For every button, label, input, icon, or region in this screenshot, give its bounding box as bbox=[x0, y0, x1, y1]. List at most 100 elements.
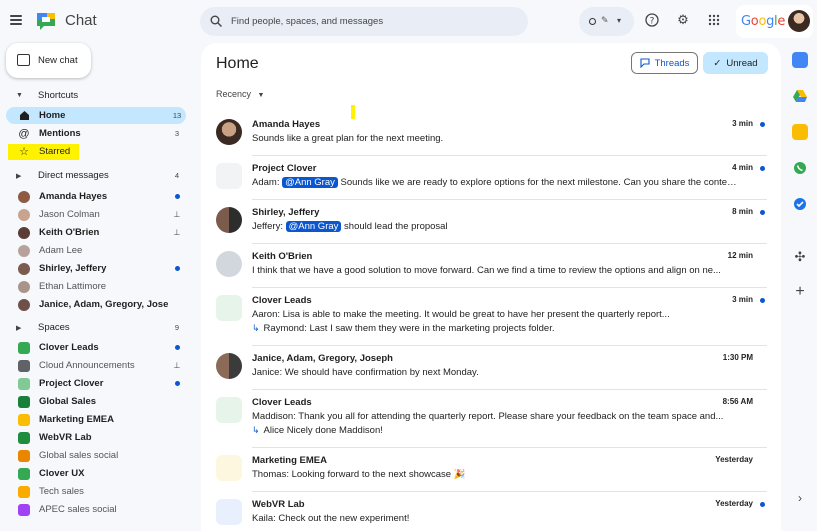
account-avatar[interactable] bbox=[788, 10, 810, 32]
space-icon bbox=[15, 431, 33, 444]
menu-icon[interactable] bbox=[8, 12, 24, 28]
help-icon[interactable]: ? bbox=[644, 12, 660, 28]
space-item[interactable]: WebVR Lab bbox=[6, 429, 186, 446]
space-icon bbox=[15, 467, 33, 480]
unread-dot-icon bbox=[174, 381, 180, 386]
avatar bbox=[15, 190, 33, 203]
avatar bbox=[216, 119, 242, 145]
divider bbox=[252, 447, 767, 448]
dm-name: Ethan Lattimore bbox=[39, 281, 107, 292]
voice-icon[interactable] bbox=[792, 160, 808, 176]
space-icon bbox=[15, 341, 33, 354]
reply-icon: ↳ bbox=[252, 425, 260, 435]
space-item[interactable]: Project Clover bbox=[6, 375, 186, 392]
conversation-preview: Jeffery: @Ann Gray should lead the propo… bbox=[252, 221, 737, 232]
spaces-count: 9 bbox=[174, 323, 180, 332]
dm-name: Shirley, Jeffery bbox=[39, 263, 107, 274]
home-icon bbox=[15, 110, 33, 121]
conversation-time: 3 min bbox=[732, 295, 753, 304]
drive-icon[interactable] bbox=[792, 88, 808, 104]
space-name: Clover UX bbox=[39, 468, 85, 479]
spaces-header[interactable]: ▶ Spaces 9 bbox=[6, 319, 186, 336]
dm-item[interactable]: Shirley, Jeffery bbox=[6, 260, 186, 277]
avatar bbox=[216, 455, 242, 481]
conversation-name: WebVR Lab bbox=[252, 499, 305, 510]
search-placeholder: Find people, spaces, and messages bbox=[231, 16, 384, 27]
apps-grid-icon[interactable] bbox=[706, 12, 722, 28]
dm-item[interactable]: Janice, Adam, Gregory, Joseph bbox=[6, 296, 186, 313]
unread-dot-icon bbox=[760, 210, 765, 215]
conversation-name: Marketing EMEA bbox=[252, 455, 327, 466]
conversation-preview: Janice: We should have confirmation by n… bbox=[252, 367, 737, 378]
dm-name: Jason Colman bbox=[39, 209, 100, 220]
nav-starred[interactable]: ☆ Starred bbox=[6, 143, 186, 160]
conversation-time: 12 min bbox=[727, 251, 753, 260]
space-item[interactable]: Clover Leads bbox=[6, 339, 186, 356]
addons-icon[interactable]: ✣ bbox=[792, 249, 808, 265]
space-item[interactable]: Tech sales bbox=[6, 483, 186, 500]
keep-icon[interactable] bbox=[792, 124, 808, 140]
dm-item[interactable]: Adam Lee bbox=[6, 242, 186, 259]
avatar bbox=[15, 226, 33, 239]
message-preview: Maddison: Thank you all for attending th… bbox=[252, 411, 724, 422]
shortcuts-label: Shortcuts bbox=[38, 90, 79, 101]
space-item[interactable]: Global sales social bbox=[6, 447, 186, 464]
threads-icon bbox=[640, 58, 650, 68]
unread-label: Unread bbox=[726, 57, 758, 69]
new-chat-button[interactable]: New chat bbox=[6, 43, 91, 78]
conversation-preview: Thomas: Looking forward to the next show… bbox=[252, 469, 737, 480]
cursor-highlight bbox=[351, 105, 355, 119]
space-item[interactable]: Clover UX bbox=[6, 465, 186, 482]
nav-home-label: Home bbox=[39, 110, 66, 121]
svg-text:?: ? bbox=[650, 17, 655, 27]
shortcuts-header[interactable]: ▼ Shortcuts bbox=[6, 87, 186, 104]
sort-dropdown[interactable]: Recency ▼ bbox=[216, 89, 264, 99]
space-icon bbox=[15, 503, 33, 516]
space-item[interactable]: Global Sales bbox=[6, 393, 186, 410]
space-item[interactable]: Cloud Announcements ⊥ bbox=[6, 357, 186, 374]
space-item[interactable]: Marketing EMEA bbox=[6, 411, 186, 428]
conversation-preview: I think that we have a good solution to … bbox=[252, 265, 737, 276]
dm-item[interactable]: Amanda Hayes bbox=[6, 188, 186, 205]
search-bar[interactable]: Find people, spaces, and messages bbox=[200, 7, 528, 36]
dm-item[interactable]: Jason Colman ⊥ bbox=[6, 206, 186, 223]
avatar bbox=[216, 499, 242, 525]
calendar-icon[interactable] bbox=[792, 52, 808, 68]
message-preview: should lead the proposal bbox=[344, 221, 448, 232]
space-name: APEC sales social bbox=[39, 504, 117, 515]
unread-dot-icon bbox=[760, 122, 765, 127]
divider bbox=[252, 491, 767, 492]
chevron-down-icon: ▾ bbox=[617, 16, 622, 25]
mention-chip[interactable]: @Ann Gray bbox=[285, 221, 342, 232]
divider bbox=[252, 155, 767, 156]
threads-button[interactable]: Threads bbox=[631, 52, 698, 74]
conversation-name: Janice, Adam, Gregory, Joseph bbox=[252, 353, 393, 364]
mention-chip[interactable]: @Ann Gray bbox=[282, 177, 338, 188]
app-title: Chat bbox=[65, 12, 97, 29]
chevron-right-icon[interactable]: › bbox=[792, 490, 808, 506]
divider bbox=[252, 199, 767, 200]
google-account-area[interactable]: Google bbox=[736, 5, 813, 38]
conversation-time: 3 min bbox=[732, 119, 753, 128]
message-preview: Janice: We should have confirmation by n… bbox=[252, 367, 479, 378]
dm-item[interactable]: Ethan Lattimore bbox=[6, 278, 186, 295]
conversation-name: Clover Leads bbox=[252, 295, 312, 306]
space-name: Global Sales bbox=[39, 396, 97, 407]
space-item[interactable]: APEC sales social bbox=[6, 501, 186, 518]
gear-icon[interactable]: ⚙ bbox=[675, 12, 691, 28]
tasks-icon[interactable] bbox=[792, 196, 808, 212]
dm-item[interactable]: Keith O'Brien ⊥ bbox=[6, 224, 186, 241]
dm-status: ⊥ bbox=[168, 228, 186, 237]
threads-label: Threads bbox=[654, 57, 690, 69]
divider bbox=[252, 287, 767, 288]
add-icon[interactable]: + bbox=[792, 284, 808, 300]
unread-filter-button[interactable]: ✓ Unread bbox=[703, 52, 768, 74]
status-selector[interactable]: ✎ ▾ bbox=[579, 7, 634, 36]
mentions-count: 3 bbox=[174, 129, 180, 138]
unread-dot-icon bbox=[174, 194, 180, 199]
nav-mentions[interactable]: @ Mentions 3 bbox=[6, 125, 186, 142]
message-preview: Thomas: Looking forward to the next show… bbox=[252, 469, 466, 480]
nav-home[interactable]: Home 13 bbox=[6, 107, 186, 124]
direct-messages-header[interactable]: ▶ Direct messages 4 bbox=[6, 167, 186, 184]
message-sender: Jeffery: bbox=[252, 221, 283, 232]
